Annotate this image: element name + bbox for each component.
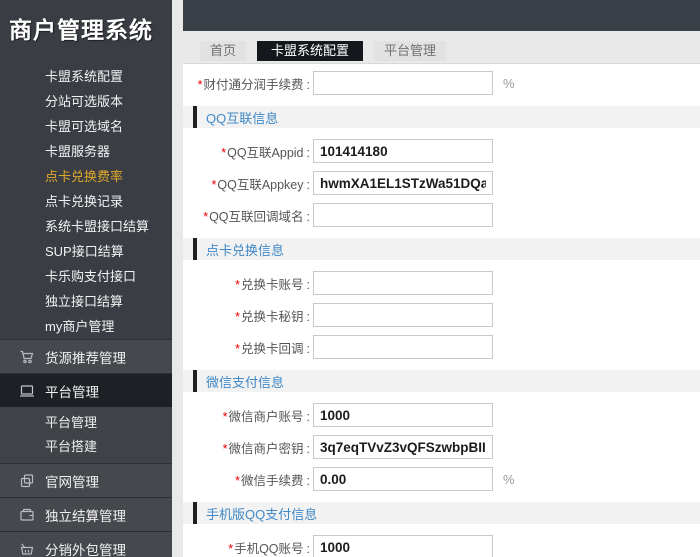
percent-suffix: % [503,76,515,91]
wallet-icon [19,507,35,523]
form-field-row: *财付通分润手续费: % [183,67,700,99]
section-header-wechat-pay: 微信支付信息 [183,370,700,392]
sidebar-item-active[interactable]: 点卡兑换费率 [0,164,172,189]
section-bar-icon [193,106,197,128]
tab-bar: 首页 卡盟系统配置 平台管理 [183,31,700,63]
sidebar-submenu: 平台管理 平台搭建 [0,407,172,463]
sidebar-item[interactable]: 系统卡盟接口结算 [0,214,172,239]
section-header-qq-connect: QQ互联信息 [183,106,700,128]
required-asterisk: * [203,210,208,224]
required-asterisk: * [235,310,240,324]
section-bar-icon [193,370,197,392]
qq-callback-domain-input[interactable] [313,203,493,227]
cart-icon [19,349,35,365]
field-label: *兑换卡账号: [183,274,310,293]
config-form-panel: *财付通分润手续费: % QQ互联信息 *QQ互联Appid: *QQ互联App… [183,63,700,557]
sidebar-group-official-site[interactable]: 官网管理 [0,463,172,497]
sidebar-group-label: 独立结算管理 [45,505,126,525]
form-field-row: *QQ互联Appid: [183,135,700,167]
sidebar-group-label: 货源推荐管理 [45,347,126,367]
required-asterisk: * [212,178,217,192]
sidebar-group-settlement[interactable]: 独立结算管理 [0,497,172,531]
redeem-card-callback-input[interactable] [313,335,493,359]
sidebar-group-label: 分销外包管理 [45,539,126,557]
copy-icon [19,473,35,489]
sidebar-item[interactable]: my商户管理 [0,314,172,339]
sidebar-item[interactable]: 卡盟系统配置 [0,64,172,89]
tab-home[interactable]: 首页 [200,41,246,61]
required-asterisk: * [235,474,240,488]
percent-suffix: % [503,472,515,487]
sidebar-item[interactable]: 点卡兑换记录 [0,189,172,214]
field-label: *微信商户账号: [183,406,310,425]
field-label: *QQ互联Appkey: [183,174,310,193]
redeem-card-secret-input[interactable] [313,303,493,327]
field-label: *QQ互联Appid: [183,142,310,161]
field-label: *QQ互联回调域名: [183,206,310,225]
field-label: *手机QQ账号: [183,538,310,557]
sidebar-subitem-platform-manage[interactable]: 平台管理 [0,411,172,435]
required-asterisk: * [223,442,228,456]
section-title: QQ互联信息 [206,108,278,127]
required-asterisk: * [223,410,228,424]
form-field-row: *微信手续费: % [183,463,700,495]
section-title: 点卡兑换信息 [206,240,284,259]
laptop-icon [19,383,35,399]
sidebar-subitem-platform-build[interactable]: 平台搭建 [0,435,172,459]
form-field-row: *微信商户密钥: [183,431,700,463]
sidebar-group-distribution[interactable]: 分销外包管理 [0,531,172,557]
redeem-card-account-input[interactable] [313,271,493,295]
sidebar-group-platform[interactable]: 平台管理 [0,373,172,407]
form-field-row: *兑换卡秘钥: [183,299,700,331]
tenpay-fee-input[interactable] [313,71,493,95]
required-asterisk: * [228,542,233,556]
field-label: *兑换卡回调: [183,338,310,357]
section-bar-icon [193,502,197,524]
sidebar-item[interactable]: 卡乐购支付接口 [0,264,172,289]
form-field-row: *微信商户账号: [183,399,700,431]
section-bar-icon [193,238,197,260]
sidebar: 商户管理系统 卡盟系统配置 分站可选版本 卡盟可选域名 卡盟服务器 点卡兑换费率… [0,0,172,557]
section-header-card-redeem: 点卡兑换信息 [183,238,700,260]
wechat-fee-input[interactable] [313,467,493,491]
qq-appkey-input[interactable] [313,171,493,195]
field-label: *财付通分润手续费: [183,74,310,93]
required-asterisk: * [235,342,240,356]
form-field-row: *QQ互联Appkey: [183,167,700,199]
form-field-row: *兑换卡账号: [183,267,700,299]
sidebar-item[interactable]: SUP接口结算 [0,239,172,264]
topbar [183,0,700,31]
sidebar-item[interactable]: 卡盟服务器 [0,139,172,164]
form-field-row: *兑换卡回调: [183,331,700,363]
sidebar-item[interactable]: 独立接口结算 [0,289,172,314]
section-title: 手机版QQ支付信息 [206,504,317,523]
sidebar-group-label: 平台管理 [45,381,99,401]
sidebar-group-supply[interactable]: 货源推荐管理 [0,339,172,373]
required-asterisk: * [198,78,203,92]
tab-platform[interactable]: 平台管理 [374,41,446,61]
sidebar-menu: 卡盟系统配置 分站可选版本 卡盟可选域名 卡盟服务器 点卡兑换费率 点卡兑换记录… [0,64,172,339]
wechat-merchant-account-input[interactable] [313,403,493,427]
form-field-row: *QQ互联回调域名: [183,199,700,231]
field-label: *微信商户密钥: [183,438,310,457]
field-label: *兑换卡秘钥: [183,306,310,325]
sidebar-item[interactable]: 卡盟可选域名 [0,114,172,139]
qq-appid-input[interactable] [313,139,493,163]
required-asterisk: * [221,146,226,160]
form-field-row: *手机QQ账号: [183,531,700,557]
section-header-mobile-qq-pay: 手机版QQ支付信息 [183,502,700,524]
app-logo: 商户管理系统 [0,0,172,56]
field-label: *微信手续费: [183,470,310,489]
wechat-merchant-key-input[interactable] [313,435,493,459]
section-title: 微信支付信息 [206,372,284,391]
mobile-qq-account-input[interactable] [313,535,493,557]
sidebar-item[interactable]: 分站可选版本 [0,89,172,114]
sidebar-group-label: 官网管理 [45,471,99,491]
required-asterisk: * [235,278,240,292]
tab-kameng-config[interactable]: 卡盟系统配置 [257,41,363,61]
basket-icon [19,541,35,557]
